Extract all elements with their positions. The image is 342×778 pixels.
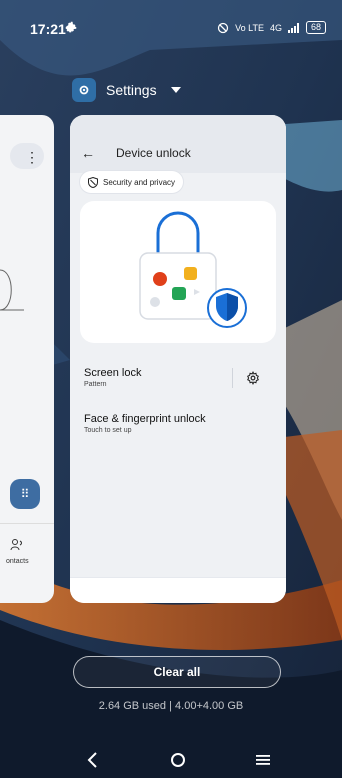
yellow-tile-icon — [184, 267, 197, 280]
status-bar: 17:21 Vo LTE 4G 68 — [0, 0, 342, 40]
left-graphic — [0, 269, 24, 311]
row-separator — [232, 368, 233, 388]
row-subtitle: Touch to set up — [84, 427, 132, 434]
network-gen: 4G — [269, 22, 282, 33]
settings-gear-icon — [65, 21, 77, 33]
memory-info: 2.64 GB used | 4.00+4.00 GB — [0, 700, 342, 712]
status-time: 17:21 — [30, 21, 66, 37]
back-arrow-icon[interactable]: ← — [81, 145, 95, 161]
home-circle-icon[interactable] — [171, 753, 185, 767]
dialpad-icon: ⠿ — [10, 479, 40, 509]
device-unlock-illustration — [80, 201, 276, 343]
card-toolbar — [70, 115, 286, 173]
chip-label: Security and privacy — [103, 177, 176, 187]
battery-indicator: 68 — [305, 21, 326, 34]
breadcrumb-chip[interactable]: Security and privacy — [80, 171, 184, 193]
page-title: Device unlock — [116, 146, 191, 160]
gear-icon — [79, 85, 89, 95]
back-chevron-icon[interactable] — [86, 752, 98, 768]
settings-app-icon — [72, 78, 96, 102]
shield-icon — [88, 176, 98, 188]
mute-icon — [217, 22, 229, 33]
app-title: Settings — [106, 82, 157, 98]
green-tile-icon — [172, 287, 186, 300]
left-divider — [0, 523, 54, 524]
recent-app-card-settings[interactable]: ← Device unlock Security and privacy Scr… — [70, 115, 286, 603]
chevron-down-icon[interactable] — [170, 87, 181, 93]
contacts-icon — [10, 539, 22, 551]
menu-icon[interactable] — [256, 755, 270, 765]
system-icons: Vo LTE 4G 68 — [217, 21, 326, 34]
memory-total: 4.00+4.00 GB — [175, 700, 244, 712]
gear-icon[interactable] — [246, 371, 260, 385]
network-label: Vo LTE — [235, 22, 264, 33]
clear-all-label: Clear all — [153, 665, 201, 679]
red-gear-icon — [153, 272, 167, 286]
clear-all-button[interactable]: Clear all — [73, 656, 281, 688]
row-title: Face & fingerprint unlock — [84, 413, 206, 425]
navigation-bar — [0, 745, 342, 778]
app-switcher-header[interactable]: Settings — [72, 78, 181, 102]
memory-separator: | — [169, 700, 172, 712]
memory-used: 2.64 GB used — [98, 700, 167, 712]
card-bottom-area — [70, 577, 286, 603]
face-fingerprint-row[interactable]: Face & fingerprint unlock Touch to set u… — [84, 413, 280, 434]
more-vert-icon: ⋮ — [25, 149, 39, 165]
contacts-label: ontacts — [6, 558, 29, 565]
signal-icon — [287, 22, 299, 33]
recent-app-card-left[interactable]: ⋮ ⠿ ontacts — [0, 115, 54, 603]
